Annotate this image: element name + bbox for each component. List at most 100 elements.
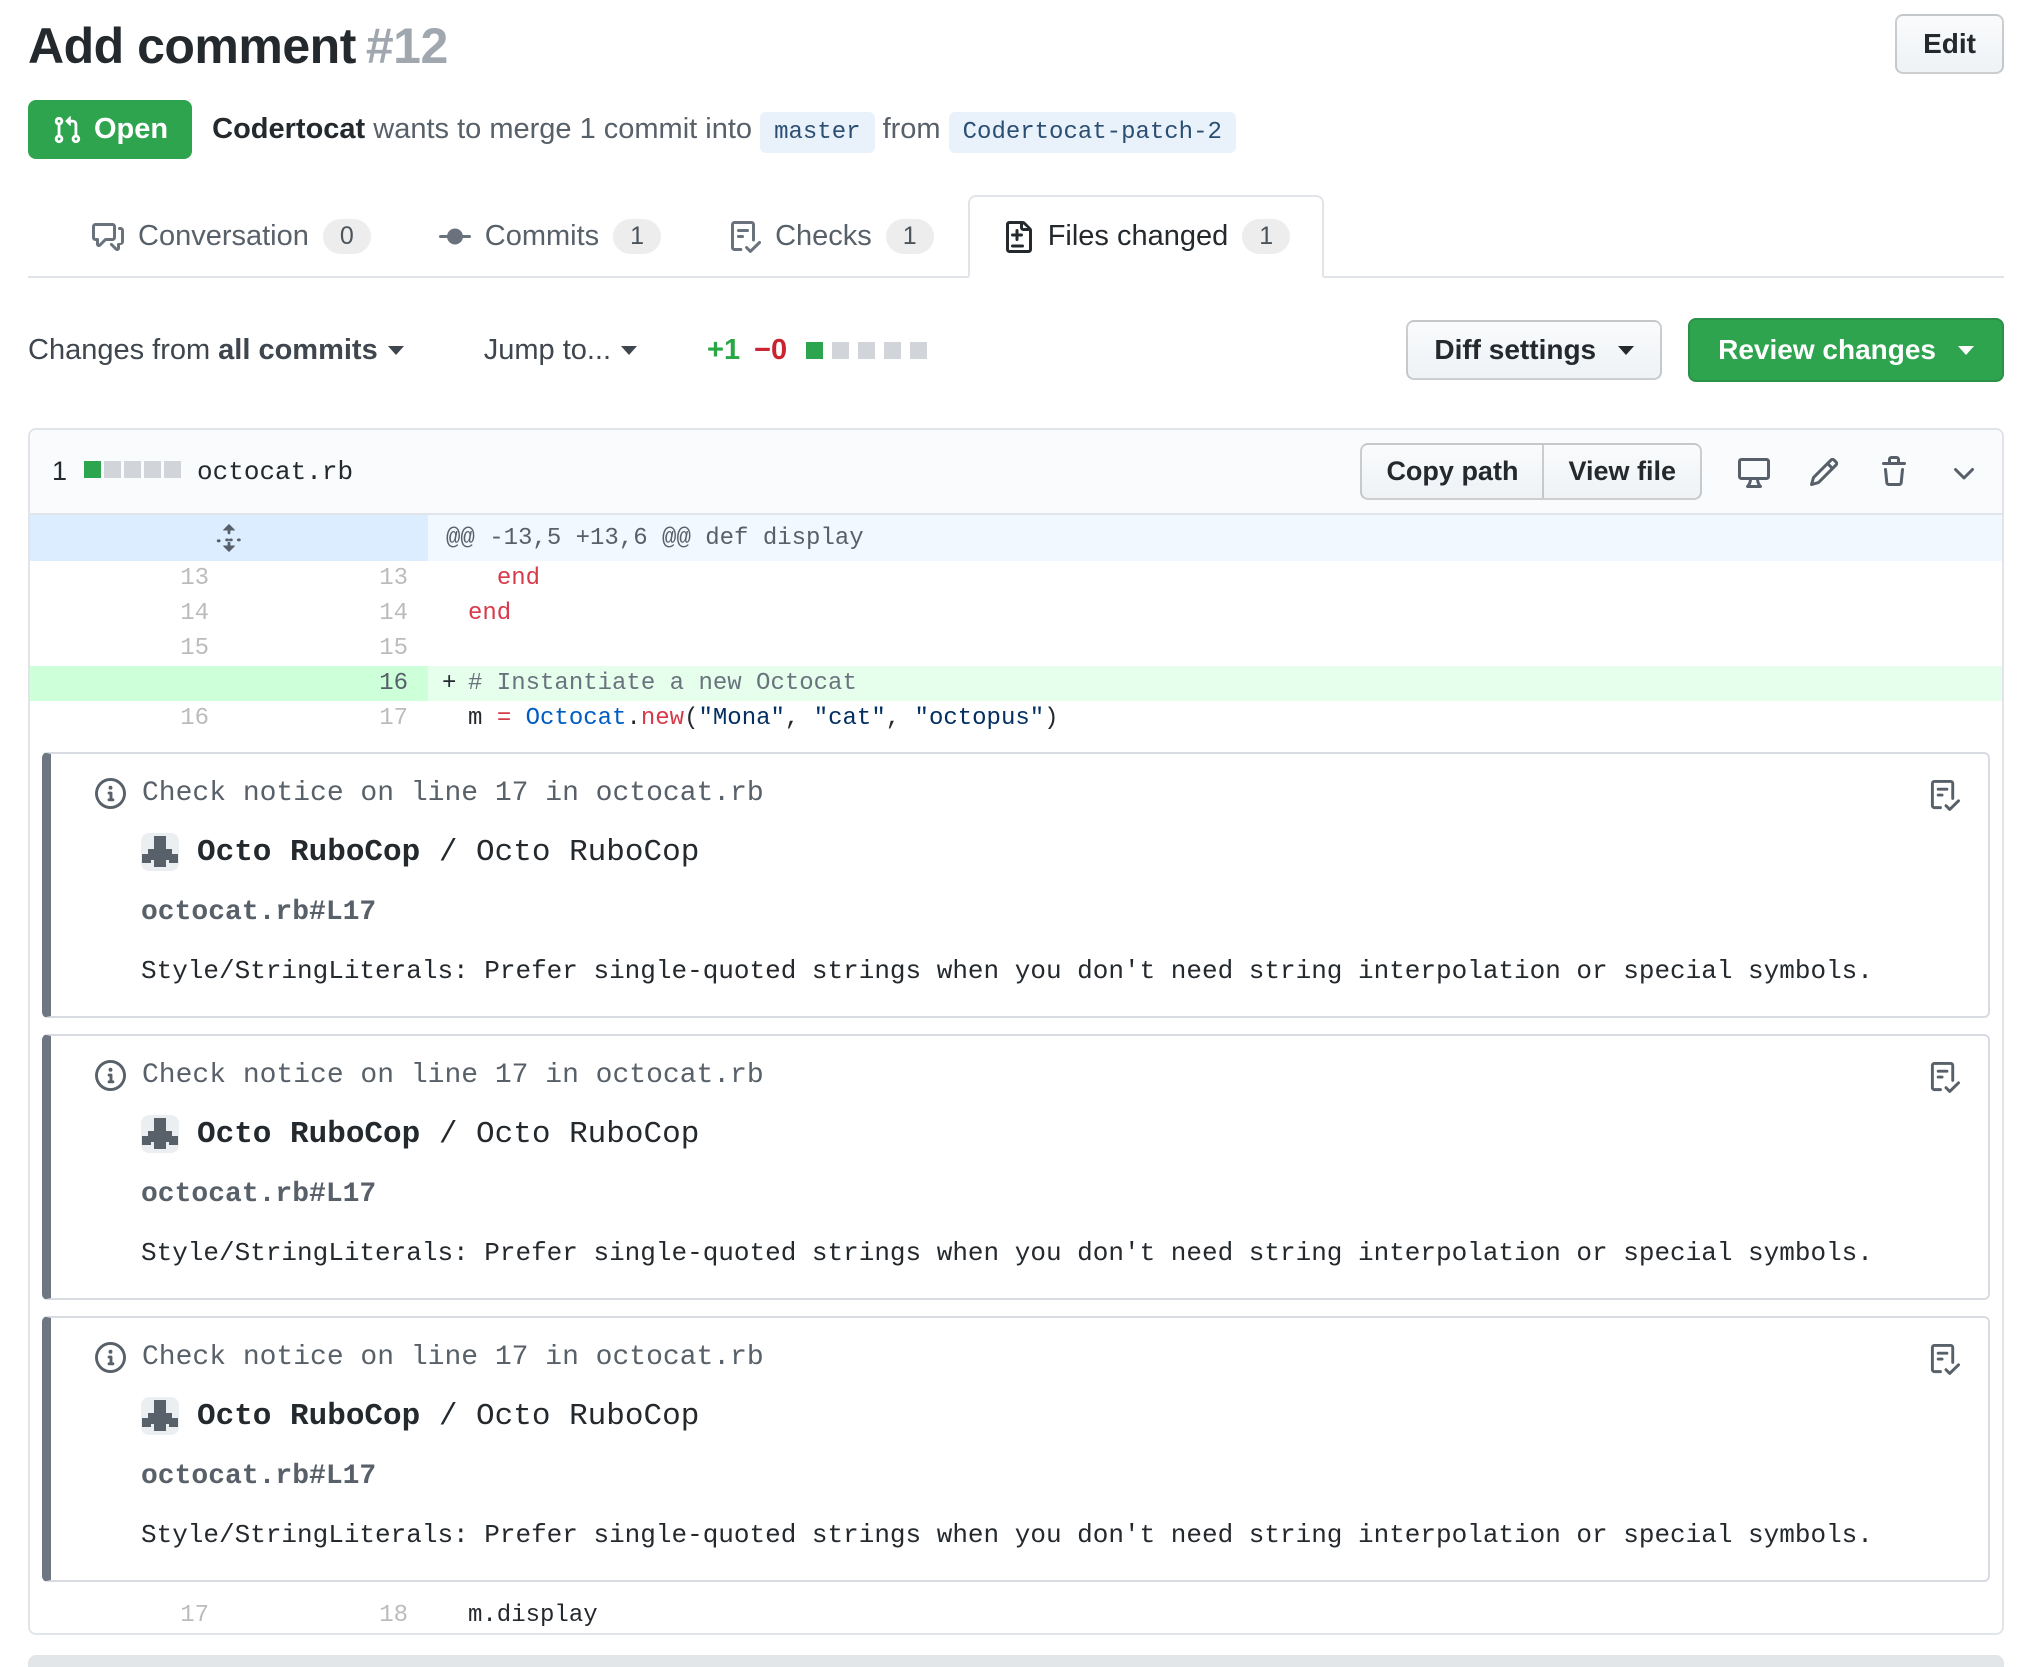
old-line-number[interactable]: 14 [30, 596, 229, 631]
file-diff-container: 1 octocat.rb Copy path View file @@ -13,… [28, 428, 2004, 1635]
new-line-number[interactable]: 13 [229, 561, 428, 596]
diffstat-block [884, 341, 902, 359]
edit-button[interactable]: Edit [1895, 14, 2004, 74]
new-line-number[interactable]: 16 [229, 666, 428, 701]
delete-file-icon[interactable] [1878, 455, 1910, 488]
merge-text: wants to merge 1 commit into [373, 113, 753, 145]
additions-count: +1 [707, 333, 741, 366]
notice-header-text: Check notice on line 17 in octocat.rb [142, 1342, 764, 1373]
tab-label: Commits [484, 220, 600, 252]
file-header-actions: Copy path View file [1360, 443, 1980, 500]
changes-from-prefix: Changes from [28, 333, 211, 366]
changes-from-dropdown[interactable]: Changes from all commits [28, 334, 404, 367]
copy-path-button[interactable]: Copy path [1360, 443, 1545, 500]
status-badge-label: Open [94, 113, 169, 145]
check-notice-box: Check notice on line 17 in octocat.rb Oc… [42, 752, 1990, 1018]
annotation-path: octocat.rb#L17 [141, 897, 377, 928]
code-cell: + # Instantiate a new Octocat [428, 666, 2002, 701]
code-line: # Instantiate a new Octocat [468, 670, 857, 697]
tab-label: Conversation [138, 220, 309, 252]
tab-checks[interactable]: Checks 1 [695, 195, 968, 278]
old-line-number[interactable] [30, 666, 229, 701]
diff-line-row: 15 15 [30, 631, 2002, 666]
jump-to-dropdown[interactable]: Jump to... [484, 334, 638, 367]
old-line-number[interactable]: 13 [30, 561, 229, 596]
notice-header-text: Check notice on line 17 in octocat.rb [142, 778, 764, 809]
caret-down-icon [1618, 345, 1635, 355]
chevron-down-icon[interactable] [1948, 456, 1980, 488]
new-line-number[interactable]: 17 [229, 701, 428, 736]
pr-title: Add comment [28, 18, 356, 74]
tab-conversation[interactable]: Conversation 0 [58, 195, 405, 278]
diff-marker [442, 596, 468, 631]
expand-hunk-button[interactable] [30, 515, 428, 561]
tab-label: Checks [775, 220, 872, 252]
hunk-header-row: @@ -13,5 +13,6 @@ def display [30, 515, 2002, 561]
old-line-number[interactable]: 17 [30, 1598, 229, 1633]
file-button-group: Copy path View file [1360, 443, 1702, 500]
diff-toolbar: Changes from all commits Jump to... +1 −… [28, 318, 2004, 382]
review-changes-button[interactable]: Review changes [1688, 318, 2004, 382]
head-branch-label[interactable]: Codertocat-patch-2 [948, 112, 1236, 153]
diffstat-block-added [806, 341, 824, 359]
notice-checks-button[interactable] [1929, 780, 1961, 819]
edit-file-icon[interactable] [1808, 456, 1840, 488]
new-line-number[interactable]: 18 [229, 1598, 428, 1633]
notice-header-row: Check notice on line 17 in octocat.rb [95, 1060, 1958, 1091]
checklist-icon [731, 220, 762, 253]
diff-rows-bottom: 17 18 m.display [30, 1598, 2002, 1633]
check-app-link[interactable]: Octo RuboCop / Octo RuboCop [141, 1397, 1958, 1435]
diff-marker [442, 701, 468, 736]
base-branch-label[interactable]: master [760, 112, 875, 153]
check-notices: Check notice on line 17 in octocat.rb Oc… [30, 752, 2002, 1582]
merge-summary: Codertocat wants to merge 1 commit into … [212, 112, 1236, 153]
hunk-header-text: @@ -13,5 +13,6 @@ def display [428, 515, 2002, 561]
check-suite-name: Octo RuboCop [197, 834, 421, 870]
comment-discussion-icon [92, 222, 124, 251]
from-word: from [882, 113, 941, 145]
tab-files-changed[interactable]: Files changed 1 [967, 195, 1325, 278]
pr-tab-nav: Conversation 0 Commits 1 Checks 1 Files … [28, 195, 2004, 278]
checklist-icon [1930, 1062, 1961, 1093]
notice-checks-button[interactable] [1929, 1344, 1961, 1383]
pr-meta: Open Codertocat wants to merge 1 commit … [28, 100, 2004, 159]
old-line-number[interactable]: 16 [30, 701, 229, 736]
diff-marker [442, 1598, 468, 1633]
checklist-icon [1930, 1344, 1961, 1375]
status-badge: Open [28, 100, 193, 159]
check-app-link[interactable]: Octo RuboCop / Octo RuboCop [141, 1115, 1958, 1153]
caret-down-icon [1958, 345, 1974, 355]
rubocop-avatar [141, 1397, 179, 1435]
code-cell: end [428, 561, 2002, 596]
pull-request-page: Add comment #12 Edit Open Codertocat want… [0, 0, 2032, 1667]
diffstat-block [124, 460, 142, 478]
notice-checks-button[interactable] [1929, 1062, 1961, 1101]
notice-header-row: Check notice on line 17 in octocat.rb [95, 1342, 1958, 1373]
diffstat-block-added [84, 460, 102, 478]
check-suite-name: Octo RuboCop [197, 1116, 421, 1152]
check-run-name: / Octo RuboCop [420, 1398, 700, 1434]
caret-down-icon [621, 345, 638, 355]
rubocop-avatar [141, 833, 179, 871]
new-line-number[interactable]: 15 [229, 631, 428, 666]
file-name[interactable]: octocat.rb [197, 457, 353, 487]
diff-settings-button[interactable]: Diff settings [1406, 320, 1663, 380]
file-diffstat [81, 460, 182, 483]
check-notice-box: Check notice on line 17 in octocat.rb Oc… [42, 1034, 1990, 1300]
diff-marker [442, 631, 468, 666]
rich-diff-icon[interactable] [1738, 456, 1770, 488]
pr-header: Add comment #12 Edit [28, 14, 2004, 78]
view-file-button[interactable]: View file [1542, 443, 1702, 500]
author-link[interactable]: Codertocat [212, 113, 365, 145]
diff-marker [442, 561, 468, 596]
tab-commits[interactable]: Commits 1 [405, 195, 695, 278]
notice-header-row: Check notice on line 17 in octocat.rb [95, 778, 1958, 809]
new-line-number[interactable]: 14 [229, 596, 428, 631]
info-icon [95, 1060, 126, 1091]
diff-line-row: 16 17 m = Octocat.new("Mona", "cat", "oc… [30, 701, 2002, 736]
check-app-link[interactable]: Octo RuboCop / Octo RuboCop [141, 833, 1958, 871]
diffstat-block [832, 341, 850, 359]
code-line: end [468, 600, 512, 627]
old-line-number[interactable]: 15 [30, 631, 229, 666]
tab-count: 0 [322, 219, 371, 254]
